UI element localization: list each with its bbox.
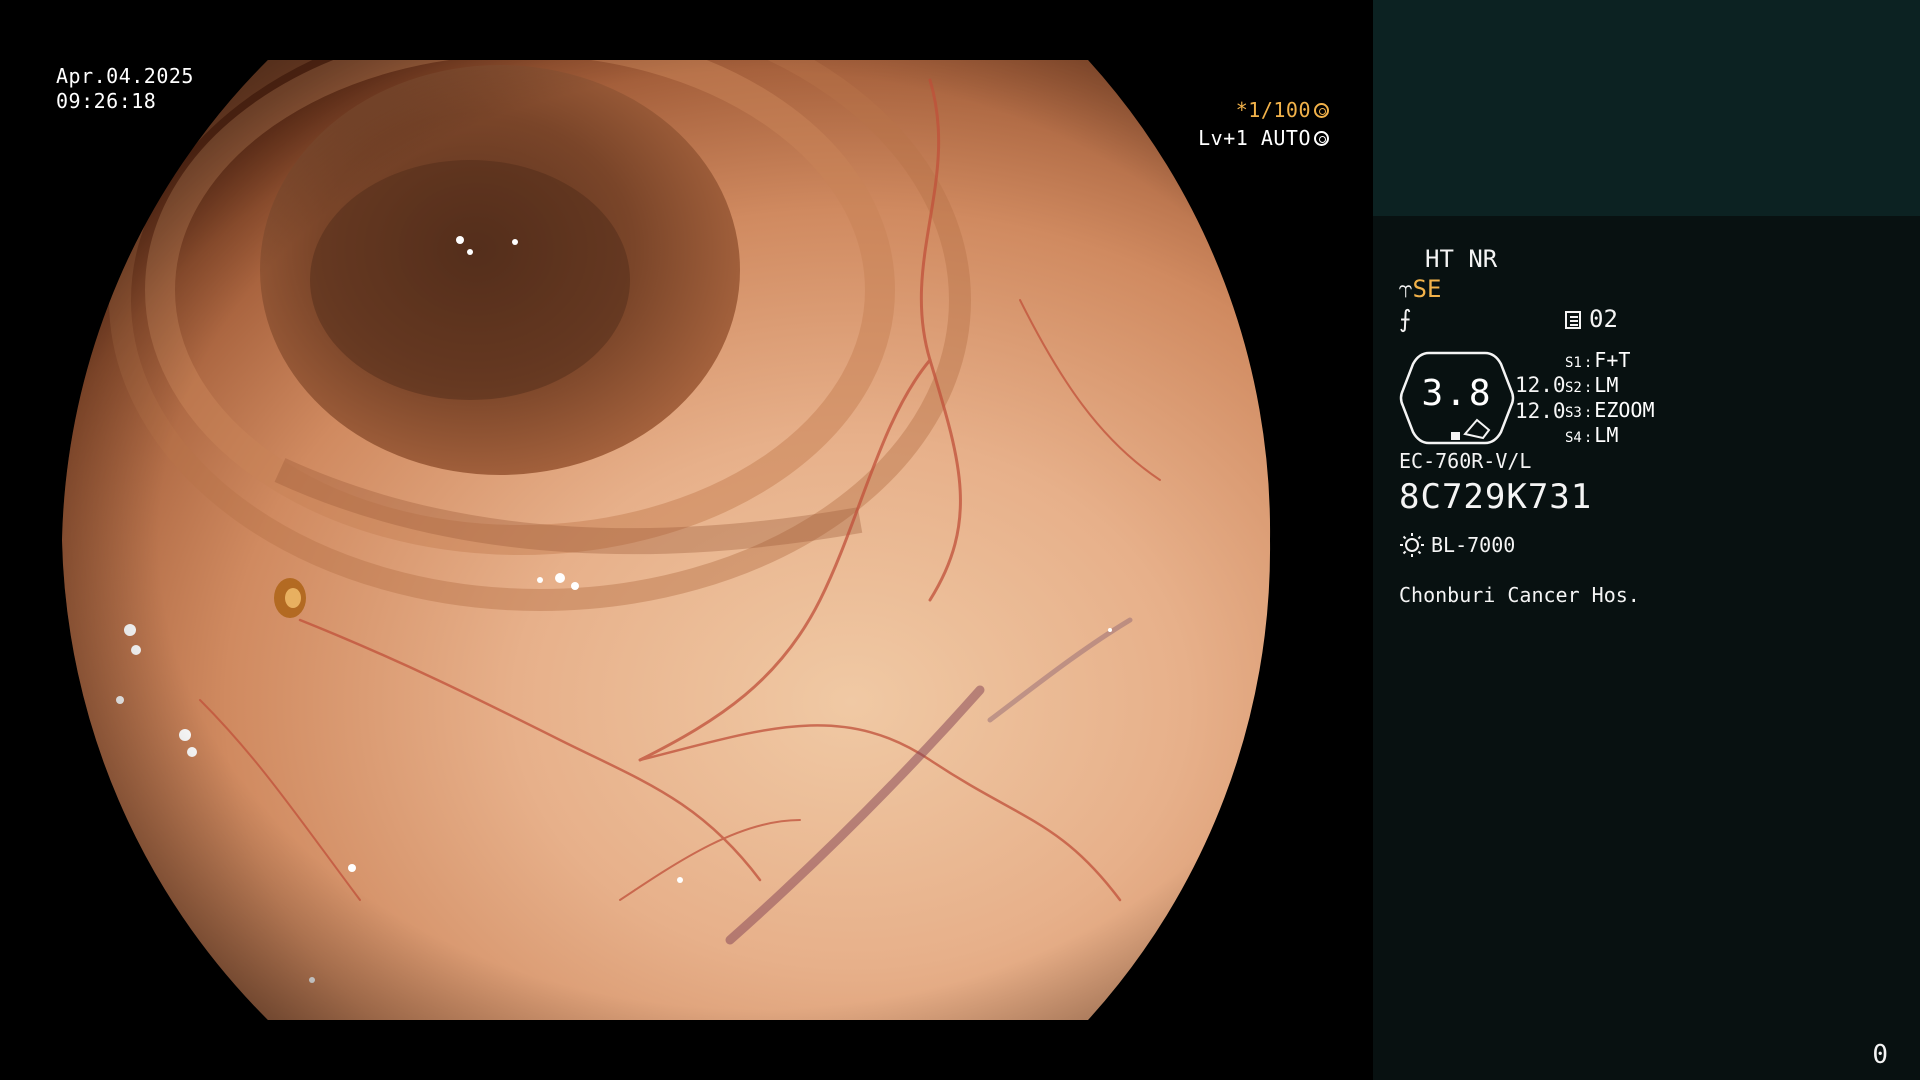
endoscopy-screen: Apr.04.2025 09:26:18 *1/100 Lv+1 AUTO HT… <box>0 0 1920 1080</box>
sun-icon <box>1400 533 1424 557</box>
endoscope-image: Apr.04.2025 09:26:18 *1/100 Lv+1 AUTO <box>0 0 1373 1080</box>
scope-model: EC-760R-V/L <box>1399 449 1532 473</box>
shutter-text: *1/100 <box>1235 98 1311 122</box>
memory-number: 02 <box>1589 305 1618 333</box>
switch-key: S1 <box>1565 355 1582 371</box>
colon-lumen-view <box>62 60 1271 1020</box>
structure-enhance-icon: ⥾ <box>1399 275 1413 303</box>
switch-value: F+T <box>1594 348 1631 372</box>
light-source: BL-7000 <box>1399 532 1515 558</box>
value-2: 12.0 <box>1515 399 1566 423</box>
image-counter: 0 <box>1872 1040 1888 1070</box>
light-source-text: BL-7000 <box>1431 533 1516 557</box>
zoom-hexagon: 3.8 <box>1399 350 1515 446</box>
date-text: Apr.04.2025 <box>56 64 194 88</box>
switch-key: S4 <box>1565 430 1582 446</box>
switch-value: LM <box>1594 423 1619 447</box>
zoom-value: 3.8 <box>1421 373 1493 414</box>
info-side-panel: HT NR ⥾SE ⨍ 02 3.8 12.0 12.0 S1: F+T S2: L… <box>1373 0 1920 1080</box>
iris-level-display: Lv+1 AUTO <box>1198 126 1329 151</box>
enhance-indicator: ⨍ <box>1399 306 1412 332</box>
date-time-display: Apr.04.2025 09:26:18 <box>56 64 194 114</box>
shutter-speed-display: *1/100 <box>1236 98 1329 123</box>
scope-serial-number: 8C729K731 <box>1399 477 1593 517</box>
thumbnail-area <box>1373 0 1920 216</box>
ht-nr-indicator: HT NR <box>1425 245 1498 273</box>
time-text: 09:26:18 <box>56 89 157 113</box>
switch-s4: S4: LM <box>1565 423 1619 447</box>
switch-s3: S3: EZOOM <box>1565 398 1655 422</box>
shutter-icon <box>1314 103 1329 118</box>
switch-key: S2 <box>1565 380 1582 396</box>
color-mode-indicator: ⥾SE <box>1399 276 1441 302</box>
enhance-icon: ⨍ <box>1399 305 1412 333</box>
switch-s1: S1: F+T <box>1565 348 1631 372</box>
switch-key: S3 <box>1565 405 1582 421</box>
iris-level-text: Lv+1 AUTO <box>1198 126 1311 150</box>
memory-indicator: 02 <box>1565 306 1618 332</box>
color-mode-text: SE <box>1412 275 1442 303</box>
value-1: 12.0 <box>1515 373 1566 397</box>
iris-icon <box>1314 131 1329 146</box>
memory-card-icon <box>1565 311 1581 329</box>
switch-value: EZOOM <box>1594 398 1655 422</box>
hospital-name: Chonburi Cancer Hos. <box>1399 583 1640 607</box>
switch-s2: S2: LM <box>1565 373 1619 397</box>
switch-value: LM <box>1594 373 1619 397</box>
